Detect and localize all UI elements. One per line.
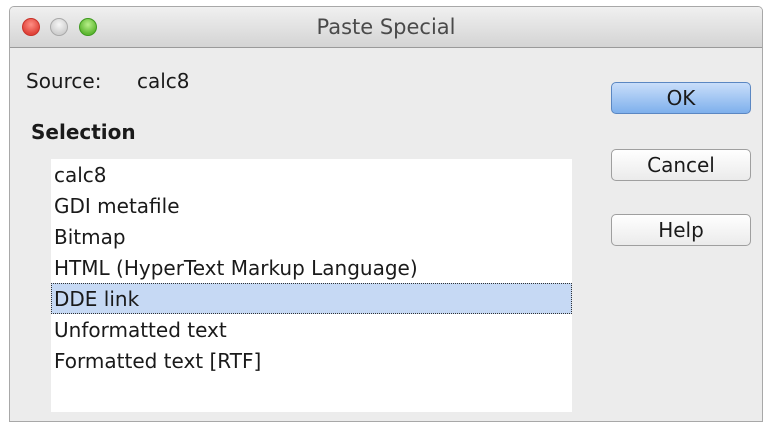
list-item-bitmap[interactable]: Bitmap	[51, 221, 572, 252]
list-item-html[interactable]: HTML (HyperText Markup Language)	[51, 252, 572, 283]
window-title: Paste Special	[316, 15, 456, 39]
list-item-calc8[interactable]: calc8	[51, 159, 572, 190]
cancel-button[interactable]: Cancel	[611, 149, 751, 181]
list-item-formatted-text-rtf[interactable]: Formatted text [RTF]	[51, 345, 572, 376]
help-button[interactable]: Help	[611, 214, 751, 246]
source-value: calc8	[137, 69, 190, 93]
list-item-unformatted-text[interactable]: Unformatted text	[51, 314, 572, 345]
title-bar[interactable]: Paste Special	[10, 7, 762, 48]
paste-special-dialog: Paste Special Source: calc8 Selection ca…	[9, 6, 763, 422]
list-item-gdi-metafile[interactable]: GDI metafile	[51, 190, 572, 221]
selection-heading: Selection	[31, 120, 136, 144]
ok-button[interactable]: OK	[611, 82, 751, 114]
list-item-dde-link[interactable]: DDE link	[51, 283, 572, 314]
selection-list[interactable]: calc8 GDI metafile Bitmap HTML (HyperTex…	[51, 159, 572, 412]
source-label: Source:	[26, 69, 102, 93]
